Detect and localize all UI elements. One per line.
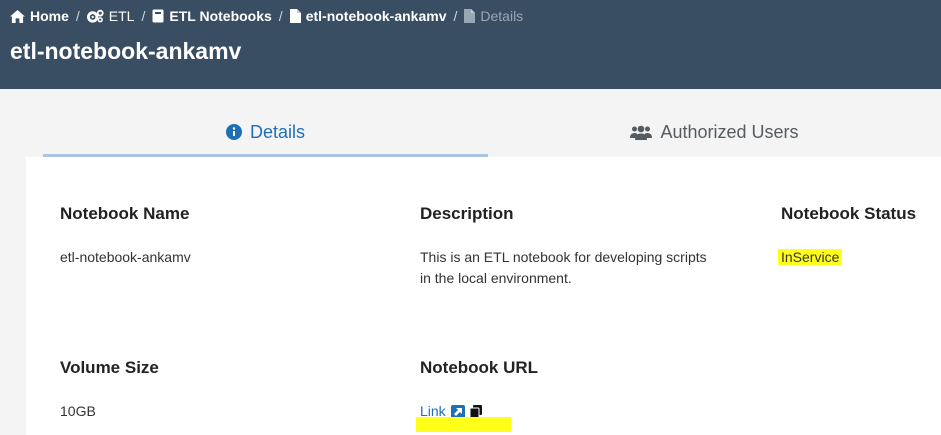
- tab-details[interactable]: Details: [43, 110, 488, 157]
- tab-bar: Details Authorized Users: [43, 110, 941, 157]
- page-header: Home / ETL / ETL Notebooks / etl-noteboo…: [0, 0, 941, 89]
- breadcrumb-etl-label: ETL: [108, 8, 135, 24]
- tab-authorized-users-label: Authorized Users: [660, 121, 799, 142]
- volume-size-label: Volume Size: [60, 358, 159, 377]
- book-icon: [152, 9, 164, 23]
- breadcrumb-etl[interactable]: ETL: [86, 8, 135, 24]
- notebook-name-field: Notebook Name etl-notebook-ankamv: [60, 204, 191, 268]
- users-icon: [630, 125, 653, 140]
- cogs-icon: [86, 9, 104, 23]
- description-label: Description: [420, 204, 514, 223]
- breadcrumb-etl-notebooks-label: ETL Notebooks: [169, 8, 272, 24]
- notebook-status-label: Notebook Status: [781, 204, 917, 223]
- notebook-url-label: Notebook URL: [420, 358, 539, 377]
- notebook-status-field: Notebook Status InService: [778, 204, 917, 268]
- info-circle-icon: [225, 124, 242, 140]
- breadcrumb-separator: /: [278, 8, 283, 24]
- file-icon: [464, 9, 476, 23]
- breadcrumb-notebook[interactable]: etl-notebook-ankamv: [289, 8, 447, 24]
- file-icon: [289, 9, 301, 23]
- volume-size-field: Volume Size 10GB: [60, 358, 159, 422]
- breadcrumb-separator: /: [453, 8, 458, 24]
- highlight-mark: [416, 417, 511, 432]
- breadcrumb: Home / ETL / ETL Notebooks / etl-noteboo…: [10, 6, 523, 26]
- breadcrumb-home-label: Home: [30, 8, 69, 24]
- breadcrumb-home[interactable]: Home: [10, 8, 69, 24]
- breadcrumb-current-label: Details: [480, 8, 524, 24]
- page-title: etl-notebook-ankamv: [10, 38, 242, 64]
- breadcrumb-separator: /: [141, 8, 146, 24]
- description-field: Description This is an ETL notebook for …: [420, 204, 720, 289]
- volume-size-value: 10GB: [60, 403, 96, 419]
- breadcrumb-current: Details: [464, 8, 523, 24]
- tab-authorized-users[interactable]: Authorized Users: [488, 110, 941, 154]
- breadcrumb-separator: /: [75, 8, 80, 24]
- notebook-url-field: Notebook URL Link: [420, 358, 538, 422]
- notebook-name-label: Notebook Name: [60, 204, 190, 223]
- details-card: Notebook Name etl-notebook-ankamv Descri…: [26, 157, 941, 435]
- description-value: This is an ETL notebook for developing s…: [420, 249, 707, 286]
- breadcrumb-notebook-label: etl-notebook-ankamv: [305, 8, 447, 24]
- notebook-status-value: InService: [778, 249, 843, 265]
- breadcrumb-etl-notebooks[interactable]: ETL Notebooks: [152, 8, 272, 24]
- notebook-name-value: etl-notebook-ankamv: [60, 249, 191, 265]
- tab-details-label: Details: [249, 121, 306, 142]
- home-icon: [10, 9, 25, 23]
